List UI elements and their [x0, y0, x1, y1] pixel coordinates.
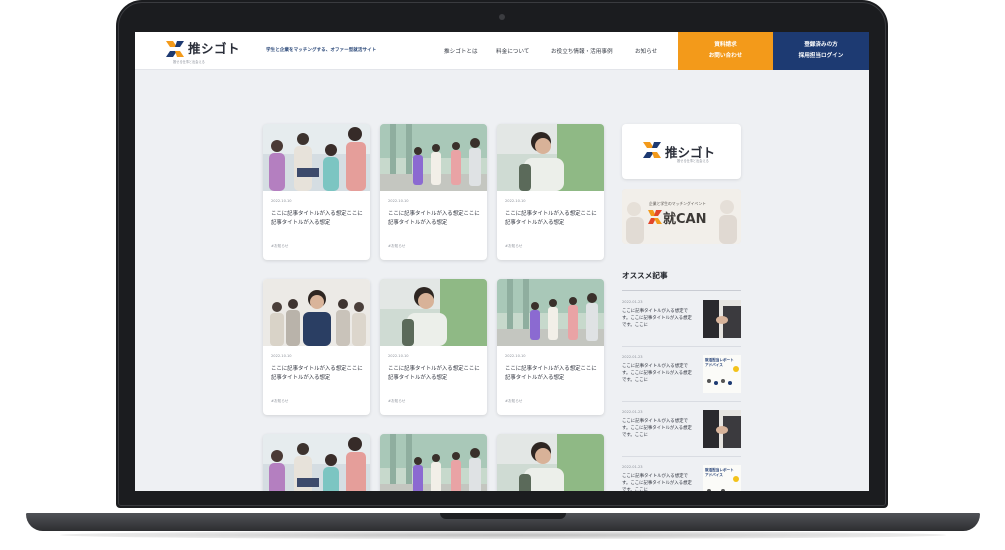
article-title: ここに記事タイトルが入る想定ここに記事タイトルが入る想定: [388, 211, 480, 226]
article-thumbnail: [380, 434, 487, 491]
article-date: 2022.10.10: [271, 354, 292, 358]
article-date: 2022.10.10: [271, 199, 292, 203]
article-date: 2022.10.10: [505, 354, 526, 358]
recommend-item[interactable]: 2022.01.23 ここに記事タイトルが入る想定です。ここに記事タイトルが入る想…: [622, 458, 741, 491]
recommend-divider: [622, 290, 741, 291]
cta-navy-line-2: 採用担当ログイン: [798, 53, 844, 59]
article-tag: #お知らせ: [505, 244, 523, 248]
recommend-title: ここに記事タイトルが入る想定です。ここに記事タイトルが入る想定です。ここに: [622, 364, 692, 383]
banner-small-text: 企業と学生のマッチングイベント: [649, 201, 706, 206]
laptop-shadow: [60, 531, 946, 539]
cta-orange-line-2: お問い合わせ: [708, 53, 743, 59]
article-tag: #お知らせ: [271, 399, 289, 403]
logo-mark-icon: [166, 41, 184, 57]
article-title: ここに記事タイトルが入る想定ここに記事タイトルが入る想定: [271, 366, 363, 381]
site-header: 推シゴト 推せる仕事と出会える 学生と企業をマッチングする、オファー型就活サイト…: [135, 32, 869, 70]
banner-main-text: 就CAN: [663, 212, 707, 227]
article-tag: #お知らせ: [505, 399, 523, 403]
recommend-title: ここに記事タイトルが入る想定です。ここに記事タイトルが入る想定です。ここに: [622, 419, 692, 438]
shucan-mark-icon: [648, 210, 662, 224]
logo-mark-icon: [643, 142, 661, 158]
article-card[interactable]: [497, 434, 604, 491]
recommend-date: 2022.01.23: [622, 410, 643, 414]
laptop-mockup: 推シゴト 推せる仕事と出会える 学生と企業をマッチングする、オファー型就活サイト…: [0, 0, 1005, 550]
article-thumbnail: [263, 124, 370, 191]
sidebar-logo-subtitle: 推せる仕事と出会える: [677, 159, 709, 163]
cta-orange-line-1: 資料請求: [714, 42, 737, 48]
logo-subtitle: 推せる仕事と出会える: [173, 60, 205, 64]
recommend-date: 2022.01.23: [622, 300, 643, 304]
recommend-title: ここに記事タイトルが入る想定です。ここに記事タイトルが入る想定です。ここに: [622, 474, 692, 491]
article-title: ここに記事タイトルが入る想定ここに記事タイトルが入る想定: [505, 366, 597, 381]
nav-useful-info[interactable]: お役立ち情報・活用事例: [551, 47, 613, 55]
recommend-item[interactable]: 2022.01.23 ここに記事タイトルが入る想定です。ここに記事タイトルが入る想…: [622, 293, 741, 347]
recommend-item[interactable]: 2022.01.23 ここに記事タイトルが入る想定です。ここに記事タイトルが入る想…: [622, 403, 741, 457]
article-title: ここに記事タイトルが入る想定ここに記事タイトルが入る想定: [388, 366, 480, 381]
article-thumbnail: [497, 124, 604, 191]
laptop-notch: [440, 513, 566, 519]
article-date: 2022.10.10: [505, 199, 526, 203]
sidebar-site-banner[interactable]: 推シゴト 推せる仕事と出会える: [622, 124, 741, 179]
request-docs-contact-button[interactable]: 資料請求 お問い合わせ: [678, 32, 773, 70]
article-card[interactable]: [380, 434, 487, 491]
article-thumbnail: [497, 279, 604, 346]
recommend-title: ここに記事タイトルが入る想定です。ここに記事タイトルが入る想定です。ここに: [622, 309, 692, 328]
cta-navy-line-1: 登録済みの方: [804, 42, 838, 48]
logo-text: 推シゴト: [188, 41, 241, 56]
article-tag: #お知らせ: [388, 399, 406, 403]
recruiter-login-button[interactable]: 登録済みの方 採用担当ログイン: [773, 32, 869, 70]
recommend-thumbnail: [703, 410, 741, 448]
article-title: ここに記事タイトルが入る想定ここに記事タイトルが入る想定: [271, 211, 363, 226]
recommend-item[interactable]: 2022.01.23 ここに記事タイトルが入る想定です。ここに記事タイトルが入る想…: [622, 348, 741, 402]
article-tag: #お知らせ: [388, 244, 406, 248]
recommend-thumbnail: 就活担当レポート アドバイス: [703, 355, 741, 393]
screen: 推シゴト 推せる仕事と出会える 学生と企業をマッチングする、オファー型就活サイト…: [135, 32, 869, 491]
thumbnail-caption: アドバイス: [705, 473, 723, 477]
recommend-thumbnail: [703, 300, 741, 338]
nav-news[interactable]: お知らせ: [635, 47, 657, 55]
shucan-event-banner[interactable]: 企業と学生のマッチングイベント 就CAN: [622, 189, 741, 244]
article-card[interactable]: 2022.10.10 ここに記事タイトルが入る想定ここに記事タイトルが入る想定 #お…: [380, 124, 487, 260]
article-thumbnail: [263, 434, 370, 491]
site-tagline: 学生と企業をマッチングする、オファー型就活サイト: [266, 48, 377, 53]
article-card[interactable]: 2022.10.10 ここに記事タイトルが入る想定ここに記事タイトルが入る想定 #お…: [263, 124, 370, 260]
article-title: ここに記事タイトルが入る想定ここに記事タイトルが入る想定: [505, 211, 597, 226]
webcam-icon: [499, 14, 505, 20]
site-logo[interactable]: 推シゴト: [165, 39, 240, 59]
nav-pricing[interactable]: 料金について: [496, 47, 529, 55]
article-card[interactable]: 2022.10.10 ここに記事タイトルが入る想定ここに記事タイトルが入る想定 #お…: [497, 279, 604, 415]
thumbnail-caption: アドバイス: [705, 363, 723, 367]
article-card[interactable]: 2022.10.10 ここに記事タイトルが入る想定ここに記事タイトルが入る想定 #お…: [380, 279, 487, 415]
article-thumbnail: [380, 279, 487, 346]
article-date: 2022.10.10: [388, 199, 409, 203]
article-tag: #お知らせ: [271, 244, 289, 248]
recommend-date: 2022.01.23: [622, 465, 643, 469]
article-thumbnail: [380, 124, 487, 191]
article-card[interactable]: 2022.10.10 ここに記事タイトルが入る想定ここに記事タイトルが入る想定 #お…: [263, 279, 370, 415]
article-card[interactable]: [263, 434, 370, 491]
recommend-thumbnail: 就活担当レポート アドバイス: [703, 465, 741, 491]
article-date: 2022.10.10: [388, 354, 409, 358]
recommend-date: 2022.01.23: [622, 355, 643, 359]
article-thumbnail: [263, 279, 370, 346]
recommend-heading: オススメ記事: [622, 271, 668, 280]
article-card[interactable]: 2022.10.10 ここに記事タイトルが入る想定ここに記事タイトルが入る想定 #お…: [497, 124, 604, 260]
article-thumbnail: [497, 434, 604, 491]
nav-about[interactable]: 推シゴトとは: [444, 47, 478, 55]
